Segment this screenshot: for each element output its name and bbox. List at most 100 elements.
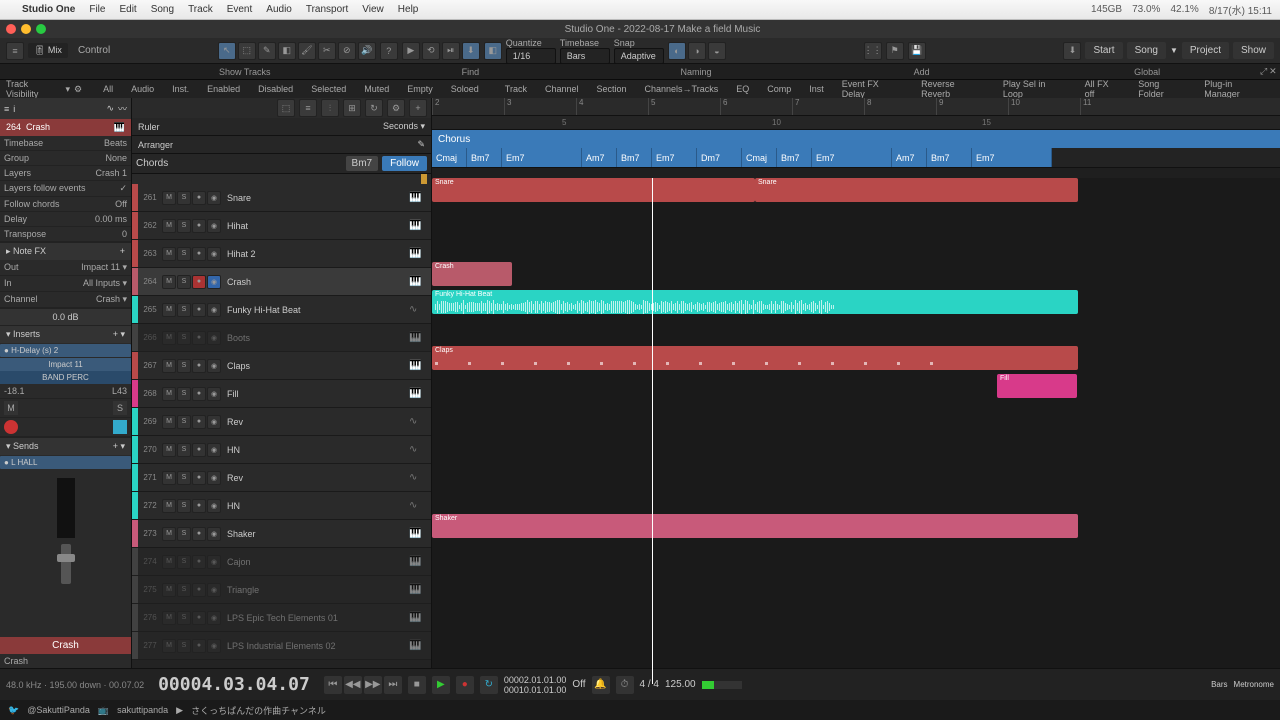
- piano-icon[interactable]: 🎹: [409, 584, 425, 595]
- filter-muted[interactable]: Muted: [359, 83, 394, 95]
- chord-block[interactable]: Am7: [892, 148, 927, 167]
- add-icon[interactable]: +: [120, 246, 125, 257]
- mute-button[interactable]: M: [162, 359, 176, 373]
- waveform-icon[interactable]: ∿: [409, 444, 425, 455]
- arrange-view[interactable]: 234567891011 51015 Chorus CmajBm7Em7Am7B…: [432, 98, 1280, 684]
- monitor-button[interactable]: ◉: [207, 527, 221, 541]
- mute-button[interactable]: M: [162, 583, 176, 597]
- arrow-tool[interactable]: ↖: [218, 42, 236, 60]
- record-arm[interactable]: ●: [192, 443, 206, 457]
- chord-block[interactable]: Em7: [972, 148, 1052, 167]
- macro-eq[interactable]: EQ: [731, 83, 754, 95]
- record-arm[interactable]: [4, 420, 18, 434]
- goto-start-button[interactable]: ⏮: [324, 676, 342, 694]
- track-row[interactable]: 265 M S ● ◉ Funky Hi-Hat Beat ∿: [132, 296, 431, 324]
- tl-tool-2[interactable]: ≡: [299, 99, 317, 117]
- maximize-button[interactable]: [36, 24, 46, 34]
- piano-icon[interactable]: 🎹: [409, 528, 425, 539]
- add-icon[interactable]: + ▾: [113, 329, 125, 340]
- fader[interactable]: [61, 544, 71, 584]
- record-arm[interactable]: ●: [192, 247, 206, 261]
- close-panel-icon[interactable]: ✕: [1269, 66, 1277, 77]
- chord-track[interactable]: CmajBm7Em7Am7Bm7Em7Dm7CmajBm7Em7Am7Bm7Em…: [432, 148, 1280, 168]
- solo-button[interactable]: S: [177, 247, 191, 261]
- inspector-row[interactable]: LayersCrash 1: [0, 166, 131, 181]
- macro-track[interactable]: Track: [500, 83, 532, 95]
- mute-button[interactable]: M: [162, 415, 176, 429]
- filter-inst[interactable]: Inst.: [167, 83, 194, 95]
- clip-fill[interactable]: Fill: [997, 374, 1077, 398]
- chord-block[interactable]: Cmaj: [742, 148, 777, 167]
- monitor-button[interactable]: ◉: [207, 471, 221, 485]
- seconds-ruler[interactable]: 51015: [432, 116, 1280, 130]
- solo-button[interactable]: S: [177, 583, 191, 597]
- save-icon[interactable]: 💾: [908, 42, 926, 60]
- piano-icon[interactable]: 🎹: [409, 388, 425, 399]
- macro-inst[interactable]: Inst: [804, 83, 829, 95]
- record-arm[interactable]: ●: [192, 415, 206, 429]
- record-arm[interactable]: ●: [192, 331, 206, 345]
- chord-block[interactable]: Bm7: [927, 148, 972, 167]
- snap-mode-3[interactable]: ◒: [708, 42, 726, 60]
- rewind-button[interactable]: ◀◀: [344, 676, 362, 694]
- solo-button[interactable]: S: [177, 611, 191, 625]
- menu-track[interactable]: Track: [188, 4, 213, 15]
- waveform-icon[interactable]: ∿: [409, 500, 425, 511]
- track-row[interactable]: 273 M S ● ◉ Shaker 🎹: [132, 520, 431, 548]
- solo-button[interactable]: S: [177, 359, 191, 373]
- menu-event[interactable]: Event: [227, 4, 253, 15]
- solo-button[interactable]: S: [177, 527, 191, 541]
- record-arm[interactable]: ●: [192, 639, 206, 653]
- gain-value[interactable]: 0.0 dB: [52, 312, 78, 322]
- insert-item[interactable]: ● H-Delay (s) 2: [0, 344, 131, 357]
- monitor-button[interactable]: ◉: [207, 247, 221, 261]
- record-arm[interactable]: ●: [192, 499, 206, 513]
- solo-button[interactable]: S: [177, 275, 191, 289]
- record-arm[interactable]: ●: [192, 191, 206, 205]
- solo-button[interactable]: S: [177, 331, 191, 345]
- goto-end-button[interactable]: ⏭: [384, 676, 402, 694]
- solo-button[interactable]: S: [177, 415, 191, 429]
- draw-tool[interactable]: ✎: [258, 42, 276, 60]
- waveform-icon[interactable]: ∿: [409, 416, 425, 427]
- io-row[interactable]: ChannelCrash ▾: [0, 292, 131, 308]
- chord-block[interactable]: Bm7: [617, 148, 652, 167]
- clip-claps[interactable]: Claps: [432, 346, 1078, 370]
- precount-icon[interactable]: ⏱: [616, 676, 634, 694]
- piano-icon[interactable]: 🎹: [409, 612, 425, 623]
- chord-block[interactable]: Em7: [502, 148, 582, 167]
- menu-icon[interactable]: ≡: [4, 104, 9, 114]
- visibility-dropdown-icon[interactable]: ▾: [65, 84, 70, 95]
- menu-view[interactable]: View: [362, 4, 384, 15]
- filter-enabled[interactable]: Enabled: [202, 83, 245, 95]
- arranger-section[interactable]: Chorus: [432, 130, 1280, 148]
- curve-mode-icon[interactable]: 〰: [118, 102, 127, 115]
- inspector-row[interactable]: GroupNone: [0, 151, 131, 166]
- piano-icon[interactable]: 🎹: [409, 640, 425, 651]
- tl-tool-5[interactable]: ↻: [365, 99, 383, 117]
- piano-icon[interactable]: 🎹: [409, 276, 425, 287]
- record-arm[interactable]: ●: [192, 471, 206, 485]
- filter-selected[interactable]: Selected: [306, 83, 351, 95]
- pan-readout[interactable]: L43: [112, 386, 127, 396]
- macro-reverse-reverb[interactable]: Reverse Reverb: [916, 78, 990, 100]
- return-icon[interactable]: ⟲: [422, 42, 440, 60]
- waveform-icon[interactable]: ∿: [409, 304, 425, 315]
- expand-icon[interactable]: ⤢: [1260, 66, 1267, 77]
- record-arm[interactable]: ●: [192, 527, 206, 541]
- mute-button[interactable]: M: [162, 219, 176, 233]
- mute-button[interactable]: M: [162, 387, 176, 401]
- filter-soloed[interactable]: Soloed: [446, 83, 484, 95]
- track-visibility-label[interactable]: Track Visibility: [6, 79, 61, 99]
- macro-comp[interactable]: Comp: [762, 83, 796, 95]
- mute-button[interactable]: M: [162, 443, 176, 457]
- send-item[interactable]: ● L HALL: [0, 456, 131, 469]
- record-arm[interactable]: ●: [192, 303, 206, 317]
- seconds-label[interactable]: Seconds ▾: [383, 121, 425, 132]
- tl-tool-6[interactable]: ⚙: [387, 99, 405, 117]
- inspector-row[interactable]: Layers follow events✓: [0, 181, 131, 197]
- track-row[interactable]: 270 M S ● ◉ HN ∿: [132, 436, 431, 464]
- clip-crash[interactable]: Crash: [432, 262, 512, 286]
- solo-button[interactable]: S: [177, 639, 191, 653]
- mute-button[interactable]: M: [4, 401, 18, 415]
